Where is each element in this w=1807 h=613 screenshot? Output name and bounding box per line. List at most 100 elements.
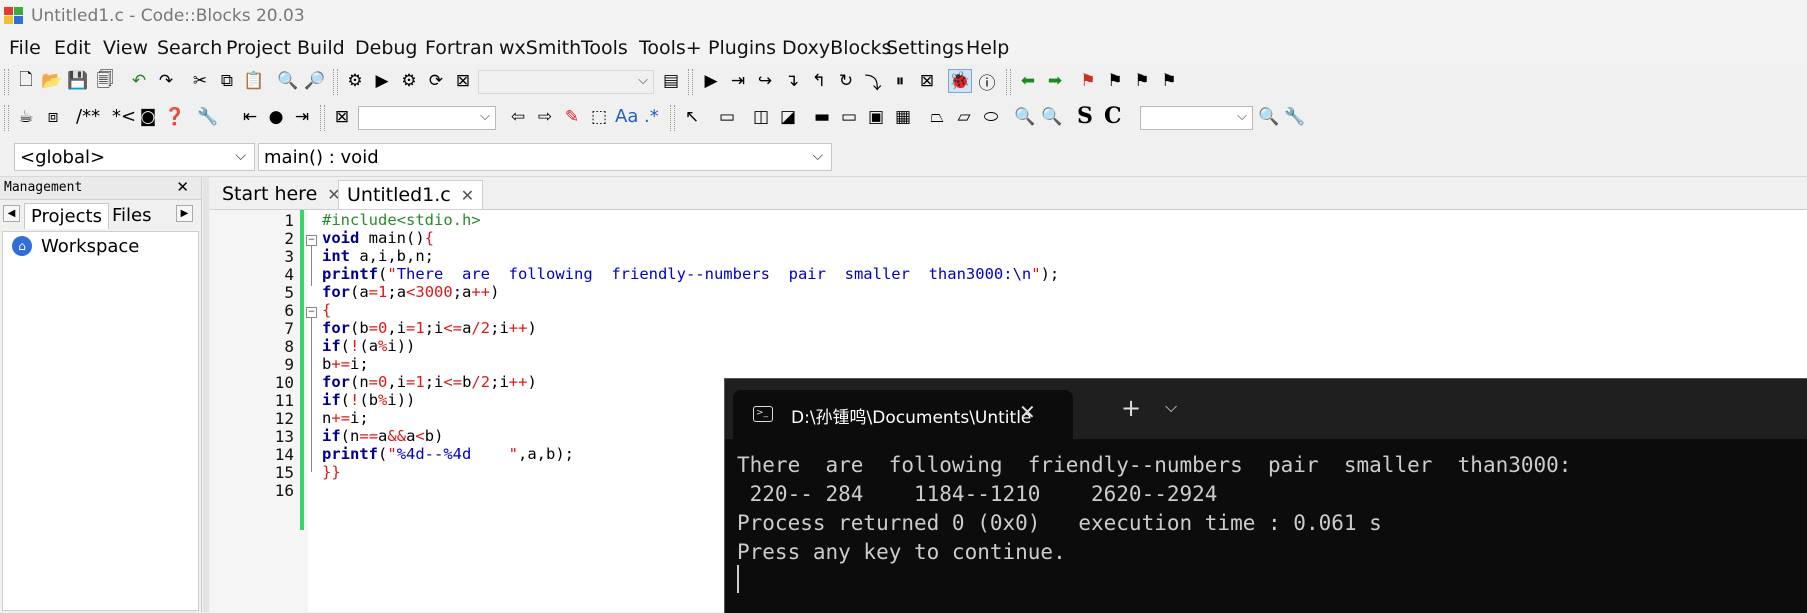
debug-info-icon[interactable]: ⓘ — [975, 69, 999, 94]
next-line-icon[interactable]: ↪ — [753, 69, 777, 93]
run-html-icon[interactable]: ◙ — [136, 105, 160, 129]
quick-search-input[interactable]: ⌵ — [358, 106, 496, 130]
workspace-node[interactable]: Workspace — [41, 236, 139, 257]
regex-button[interactable]: .* — [644, 106, 659, 127]
toolbar-grip[interactable] — [4, 69, 9, 95]
match-case-button[interactable]: Aa — [615, 106, 638, 127]
prev-bookmark-icon[interactable]: ⚑ — [1103, 69, 1127, 93]
menu-search[interactable]: Search — [157, 37, 222, 59]
symbol-search-icon[interactable]: 🔍 — [1257, 105, 1281, 129]
close-icon[interactable]: ✕ — [176, 178, 189, 196]
new-file-icon[interactable]: 🗋 — [14, 69, 38, 93]
selected-text-icon[interactable]: ⬚ — [587, 105, 611, 129]
clear-search-icon[interactable]: ⊠ — [330, 105, 354, 129]
fold-marker-icon[interactable]: − — [306, 235, 317, 246]
pointer-icon[interactable]: ↖ — [680, 105, 704, 129]
nassi-while-icon[interactable]: ▬ — [810, 105, 834, 129]
nassi-block-icon[interactable]: ◫ — [749, 105, 773, 129]
function-select[interactable]: main() : void ⌵ — [258, 143, 832, 171]
close-icon[interactable]: ✕ — [1019, 400, 1036, 424]
extract-docs-icon[interactable]: ⧈ — [41, 105, 65, 129]
highlight-icon[interactable]: ✎ — [560, 105, 584, 129]
menu-debug[interactable]: Debug — [355, 37, 417, 59]
cut-icon[interactable]: ✂ — [188, 69, 212, 93]
menu-doxyblocks[interactable]: DoxyBlocks — [782, 37, 891, 59]
stop-debugger-icon[interactable]: ⊠ — [915, 69, 939, 93]
menu-wxsmith[interactable]: wxSmith — [499, 37, 581, 59]
tab-files[interactable]: Files — [106, 203, 158, 229]
rebuild-icon[interactable]: ⟳ — [424, 69, 448, 93]
close-tab-icon[interactable]: ✕ — [461, 186, 474, 205]
zoom-out-icon[interactable]: 🔍 — [1040, 105, 1064, 129]
console-tab[interactable]: >_ D:\孙锺鸣\Documents\Untitle ✕ — [733, 390, 1073, 439]
save-icon[interactable]: 💾 — [66, 69, 90, 93]
new-tab-icon[interactable]: + — [1121, 394, 1141, 422]
search-prev-icon[interactable]: ⇦ — [506, 105, 530, 129]
menu-project[interactable]: Project — [226, 37, 291, 59]
nassi-break-icon[interactable]: ⏢ — [925, 105, 949, 129]
debug-windows-icon[interactable]: 🐞 — [948, 69, 972, 93]
toggle-bookmark-icon[interactable]: ⚑ — [1076, 69, 1100, 93]
nassi-dowhile-icon[interactable]: ▭ — [837, 105, 861, 129]
nassi-return-icon[interactable]: ⬭ — [979, 105, 1003, 129]
nassi-if-icon[interactable]: ◪ — [776, 105, 800, 129]
toolbar-grip[interactable] — [4, 105, 9, 131]
jump-forward-icon[interactable]: ➡ — [1043, 69, 1067, 93]
console-window[interactable]: >_ D:\孙锺鸣\Documents\Untitle ✕ + ⌵ There … — [724, 378, 1807, 613]
menu-build[interactable]: Build — [297, 37, 345, 59]
menu-tools[interactable]: Tools — [581, 37, 628, 59]
doxywizard-icon[interactable]: ☕ — [14, 105, 38, 129]
tab-untitled1[interactable]: Untitled1.c ✕ — [338, 180, 484, 209]
nassi-for-icon[interactable]: ▣ — [864, 105, 888, 129]
jump-back-icon[interactable]: ⬅ — [1016, 69, 1040, 93]
nassi-switch-icon[interactable]: ▦ — [891, 105, 915, 129]
build-target-select[interactable]: ⌵ — [478, 70, 654, 94]
menu-view[interactable]: View — [103, 37, 148, 59]
help-chm-icon[interactable]: ❓ — [163, 105, 187, 129]
run-to-cursor-icon[interactable]: ⇥ — [726, 69, 750, 93]
project-tree[interactable]: ⌂ Workspace — [2, 231, 199, 611]
fold-marker-icon[interactable]: − — [306, 307, 317, 318]
clear-bookmarks-icon[interactable]: ⚑ — [1157, 69, 1181, 93]
toggle-marker-icon[interactable]: ● — [264, 105, 288, 129]
build-run-icon[interactable]: ⚙ — [397, 69, 421, 93]
tab-start-here[interactable]: Start here ✕ — [214, 180, 349, 209]
wrench-icon[interactable]: 🔧 — [196, 105, 220, 129]
copy-icon[interactable]: ⧉ — [215, 69, 239, 93]
toolbar-grip[interactable] — [688, 69, 693, 95]
run-icon[interactable]: ▶ — [370, 69, 394, 93]
toolbar-grip[interactable] — [320, 105, 325, 131]
menu-tools-plus[interactable]: Tools+ — [639, 37, 702, 59]
step-out-icon[interactable]: ↰ — [807, 69, 831, 93]
tab-scroll-left-icon[interactable]: ◀ — [3, 205, 20, 222]
symbol-search-input[interactable]: ⌵ — [1140, 106, 1253, 130]
goto-prev-change-icon[interactable]: ⇤ — [238, 105, 262, 129]
step-into-icon[interactable]: ↴ — [780, 69, 804, 93]
zoom-in-icon[interactable]: 🔍 — [1013, 105, 1037, 129]
scope-select[interactable]: <global> ⌵ — [14, 143, 255, 171]
step-instruction-icon[interactable]: ⤵ — [861, 69, 885, 94]
goto-next-change-icon[interactable]: ⇥ — [290, 105, 314, 129]
debug-continue-icon[interactable]: ▶ — [699, 69, 723, 93]
menu-fortran[interactable]: Fortran — [425, 37, 494, 59]
find-icon[interactable]: 🔍 — [276, 69, 300, 93]
case-text-button[interactable]: C — [1104, 103, 1122, 129]
panel-splitter[interactable] — [203, 177, 209, 612]
symbol-settings-icon[interactable]: 🔧 — [1283, 105, 1307, 129]
abort-icon[interactable]: ⊠ — [451, 69, 475, 93]
next-bookmark-icon[interactable]: ⚑ — [1130, 69, 1154, 93]
paste-icon[interactable]: 📋 — [242, 69, 266, 93]
chevron-down-icon[interactable]: ⌵ — [1165, 397, 1177, 417]
menu-help[interactable]: Help — [966, 37, 1009, 59]
open-folder-icon[interactable]: 📂 — [40, 69, 64, 93]
menu-settings[interactable]: Settings — [886, 37, 964, 59]
tab-projects[interactable]: Projects — [24, 203, 109, 229]
replace-icon[interactable]: 🔎 — [303, 69, 327, 93]
next-instruction-icon[interactable]: ↻ — [834, 69, 858, 93]
nassi-continue-icon[interactable]: ⏥ — [952, 105, 976, 129]
pause-icon[interactable]: ⏸ — [888, 69, 912, 93]
rectangle-icon[interactable]: ▭ — [715, 105, 739, 129]
undo-icon[interactable]: ↶ — [127, 69, 151, 93]
show-select-target-icon[interactable]: ▤ — [659, 69, 683, 93]
toolbar-grip[interactable] — [1006, 69, 1011, 95]
